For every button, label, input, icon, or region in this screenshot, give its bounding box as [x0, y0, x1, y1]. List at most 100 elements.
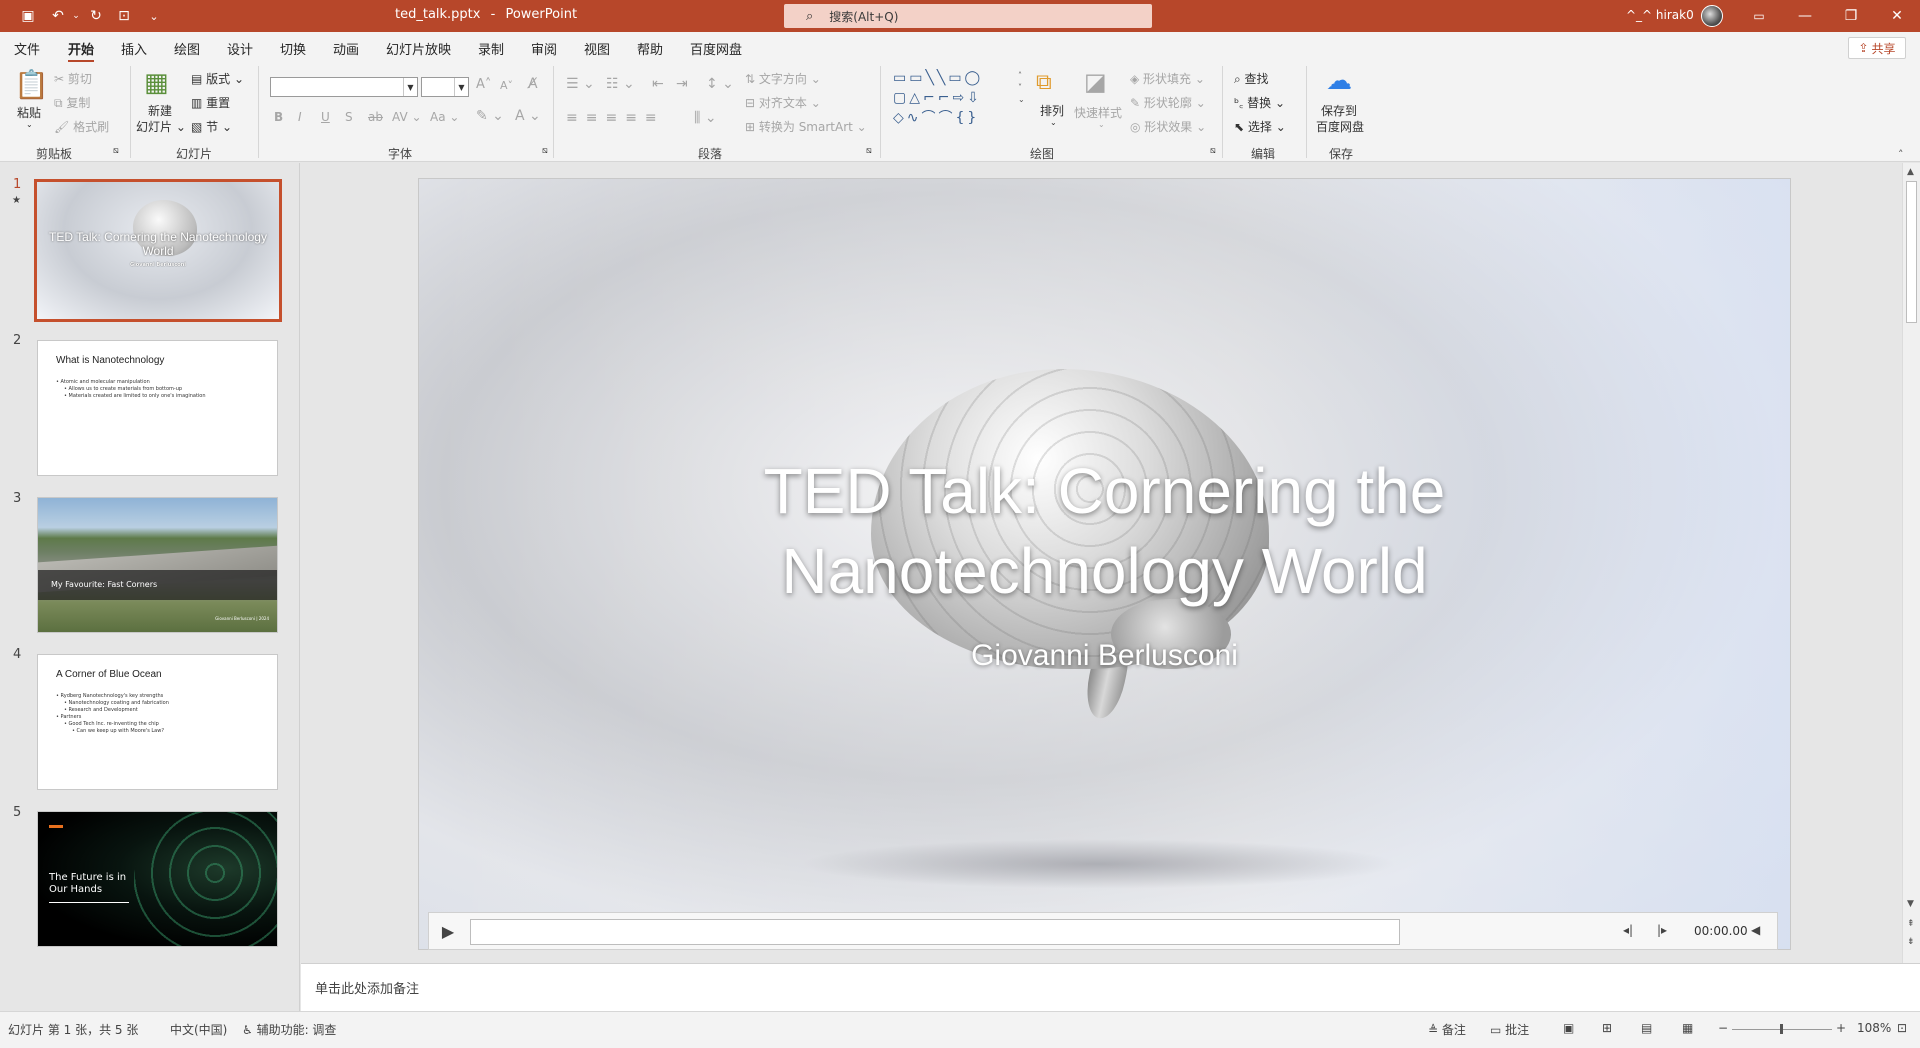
- comments-toggle[interactable]: ▭ 批注: [1490, 1021, 1529, 1038]
- font-size-select[interactable]: ▼: [421, 77, 469, 97]
- smartart-button[interactable]: ⊞ 转换为 SmartArt ⌄: [745, 118, 867, 135]
- strikethrough-button[interactable]: ab: [368, 110, 383, 124]
- thumbnail-slide-5[interactable]: The Future is in Our Hands: [37, 811, 278, 947]
- tab-file[interactable]: 文件: [14, 39, 40, 58]
- save-to-baidu-label[interactable]: 百度网盘: [1316, 118, 1364, 135]
- cut-button[interactable]: ✂ 剪切: [54, 70, 92, 87]
- next-slide-icon[interactable]: ⇟: [1907, 937, 1915, 947]
- find-button[interactable]: ⌕ 查找: [1234, 70, 1269, 87]
- reading-view-icon[interactable]: ▤: [1641, 1021, 1652, 1035]
- avatar[interactable]: [1701, 5, 1723, 27]
- tab-transitions[interactable]: 切换: [280, 39, 306, 58]
- tab-baidu[interactable]: 百度网盘: [690, 39, 742, 58]
- highlight-color-icon[interactable]: ✎ ⌄: [476, 108, 504, 124]
- new-slide-icon[interactable]: ▦: [144, 68, 169, 98]
- shape-effects-button[interactable]: ◎ 形状效果 ⌄: [1130, 118, 1206, 135]
- decrease-indent-icon[interactable]: ⇤: [652, 76, 664, 92]
- thumbnail-slide-3[interactable]: My Favourite: Fast Corners Giovanni Berl…: [37, 497, 278, 633]
- scroll-up-icon[interactable]: ▲: [1907, 167, 1914, 177]
- close-icon[interactable]: ✕: [1874, 0, 1920, 32]
- shrink-font-button[interactable]: A˅: [500, 79, 513, 92]
- clipboard-launcher-icon[interactable]: ⧅: [113, 146, 119, 156]
- align-text-button[interactable]: ⊟ 对齐文本 ⌄: [745, 94, 821, 111]
- notes-pane[interactable]: 单击此处添加备注: [301, 963, 1920, 1011]
- grow-font-button[interactable]: A˄: [476, 77, 491, 92]
- minimize-icon[interactable]: —: [1782, 0, 1828, 32]
- line-spacing-icon[interactable]: ↕ ⌄: [706, 76, 734, 92]
- baidu-cloud-icon[interactable]: ☁: [1326, 66, 1352, 96]
- tab-review[interactable]: 审阅: [531, 39, 557, 58]
- undo-icon[interactable]: ↶: [48, 6, 68, 26]
- vertical-scrollbar[interactable]: ▲ ▼ ⇞ ⇟: [1902, 163, 1920, 963]
- tab-view[interactable]: 视图: [584, 39, 610, 58]
- text-direction-button[interactable]: ⇅ 文字方向 ⌄: [745, 70, 821, 87]
- font-family-select[interactable]: ▼: [270, 77, 418, 97]
- ribbon-display-options-icon[interactable]: ▭: [1736, 0, 1782, 32]
- tab-animations[interactable]: 动画: [333, 39, 359, 58]
- font-launcher-icon[interactable]: ⧅: [542, 146, 548, 156]
- skip-forward-icon[interactable]: |▸: [1657, 923, 1667, 937]
- quick-styles-dropdown-icon[interactable]: ⌄: [1098, 120, 1105, 129]
- paste-button[interactable]: 粘贴: [17, 104, 41, 121]
- font-color-icon[interactable]: A ⌄: [515, 108, 541, 124]
- tab-slideshow[interactable]: 幻灯片放映: [386, 39, 451, 58]
- collapse-ribbon-icon[interactable]: ˄: [1898, 148, 1904, 161]
- save-icon[interactable]: ▣: [18, 6, 38, 26]
- copy-button[interactable]: ⧉ 复制: [54, 94, 90, 111]
- zoom-slider-thumb[interactable]: [1780, 1024, 1783, 1034]
- customize-toolbar-icon[interactable]: ⌄: [144, 6, 164, 26]
- paste-icon[interactable]: 📋: [14, 68, 49, 101]
- zoom-in-icon[interactable]: +: [1836, 1021, 1846, 1035]
- tab-draw[interactable]: 绘图: [174, 39, 200, 58]
- columns-icon[interactable]: ⫼ ⌄: [694, 110, 717, 126]
- paragraph-launcher-icon[interactable]: ⧅: [866, 146, 872, 156]
- scroll-down-icon[interactable]: ▼: [1907, 899, 1914, 909]
- text-shadow-button[interactable]: S: [345, 110, 353, 124]
- bullets-icon[interactable]: ☰ ⌄: [566, 76, 595, 92]
- skip-back-icon[interactable]: ◂|: [1623, 923, 1633, 937]
- current-slide[interactable]: TED Talk: Cornering the Nanotechnology W…: [418, 178, 1791, 950]
- increase-indent-icon[interactable]: ⇥: [676, 76, 688, 92]
- tab-insert[interactable]: 插入: [121, 39, 147, 58]
- fit-to-window-icon[interactable]: ⊡: [1897, 1021, 1907, 1035]
- slide-subtitle[interactable]: Giovanni Berlusconi: [419, 639, 1790, 673]
- quick-styles-icon[interactable]: ◪: [1084, 68, 1107, 96]
- thumbnail-slide-2[interactable]: What is Nanotechnology • Atomic and mole…: [37, 340, 278, 476]
- underline-button[interactable]: U: [321, 110, 330, 124]
- slideshow-view-icon[interactable]: ▦: [1682, 1021, 1693, 1035]
- change-case-button[interactable]: Aa ⌄: [430, 110, 459, 124]
- bold-button[interactable]: B: [274, 110, 283, 124]
- scrollbar-thumb[interactable]: [1906, 181, 1917, 323]
- zoom-level[interactable]: 108%: [1857, 1021, 1891, 1035]
- character-spacing-button[interactable]: AV ⌄: [392, 110, 422, 124]
- paste-dropdown-icon[interactable]: ⌄: [26, 120, 33, 129]
- share-button[interactable]: ⇪ 共享: [1848, 37, 1906, 59]
- slide-sorter-icon[interactable]: ⊞: [1602, 1021, 1612, 1035]
- language-indicator[interactable]: 中文(中国): [170, 1021, 227, 1038]
- tab-record[interactable]: 录制: [478, 39, 504, 58]
- tab-design[interactable]: 设计: [227, 39, 253, 58]
- new-slide-button[interactable]: 新建: [148, 102, 172, 119]
- select-button[interactable]: ⬉ 选择 ⌄: [1234, 118, 1286, 135]
- arrange-icon[interactable]: ⧉: [1036, 70, 1052, 95]
- redo-icon[interactable]: ↻: [86, 6, 106, 26]
- format-painter-button[interactable]: 🖌 格式刷: [54, 118, 109, 135]
- shapes-gallery[interactable]: ▭▭╲╲▭◯ ▢△⌐⌐⇨⇩ ◇∿⌒⌒{}: [893, 68, 1018, 128]
- user-name[interactable]: ^_^ hirak0: [1626, 8, 1694, 22]
- search-box[interactable]: ⌕ 搜索(Alt+Q): [784, 4, 1152, 28]
- undo-dropdown-icon[interactable]: ⌄: [66, 6, 86, 26]
- zoom-out-icon[interactable]: −: [1718, 1021, 1728, 1035]
- alignment-icons[interactable]: ≡≡≡≡≡: [566, 110, 665, 126]
- media-progress-track[interactable]: [470, 919, 1400, 945]
- arrange-button[interactable]: 排列: [1040, 102, 1064, 119]
- thumbnail-slide-1[interactable]: TED Talk: Cornering the Nanotechnology W…: [34, 179, 282, 322]
- replace-button[interactable]: ᵇ꜀ 替换 ⌄: [1234, 94, 1285, 111]
- accessibility-status[interactable]: ♿ 辅助功能: 调查: [242, 1021, 336, 1038]
- play-icon[interactable]: ▶: [439, 922, 457, 941]
- arrange-dropdown-icon[interactable]: ⌄: [1050, 118, 1057, 127]
- quick-styles-button[interactable]: 快速样式: [1074, 104, 1122, 121]
- restore-icon[interactable]: ❐: [1828, 0, 1874, 32]
- thumbnail-slide-4[interactable]: A Corner of Blue Ocean • Rydberg Nanotec…: [37, 654, 278, 790]
- reset-button[interactable]: ▥ 重置: [191, 94, 230, 111]
- slide-title[interactable]: TED Talk: Cornering the Nanotechnology W…: [419, 451, 1790, 611]
